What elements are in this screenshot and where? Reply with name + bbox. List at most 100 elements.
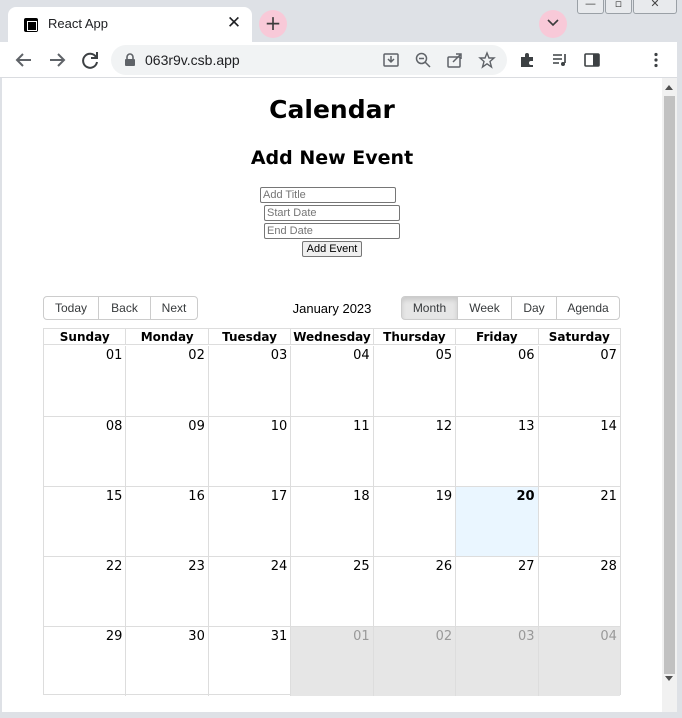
day-number[interactable]: 24	[271, 559, 288, 574]
day-number[interactable]: 09	[188, 419, 205, 434]
today-button[interactable]: Today	[43, 296, 99, 320]
day-number[interactable]: 15	[106, 489, 123, 504]
window-close-button[interactable]: ✕	[633, 0, 677, 14]
day-cell[interactable]: 25	[290, 557, 372, 626]
tab-close-icon[interactable]: ✕	[224, 13, 244, 33]
day-cell[interactable]: 09	[125, 417, 207, 486]
day-cell[interactable]: 31	[207, 627, 290, 696]
event-title-input[interactable]: Add Title	[260, 187, 396, 203]
day-number[interactable]: 19	[436, 489, 453, 504]
day-cell[interactable]: 04	[290, 346, 372, 416]
day-number[interactable]: 02	[188, 348, 205, 363]
day-cell[interactable]: 11	[290, 417, 372, 486]
tab-search-button[interactable]	[539, 10, 567, 38]
back-arrow-icon[interactable]	[12, 48, 36, 72]
back-button[interactable]: Back	[98, 296, 151, 320]
day-cell[interactable]: 17	[207, 487, 290, 556]
day-number[interactable]: 16	[188, 489, 205, 504]
day-cell[interactable]: 12	[372, 417, 455, 486]
extensions-puzzle-icon[interactable]	[518, 51, 536, 69]
day-number[interactable]: 04	[353, 348, 370, 363]
install-app-icon[interactable]	[382, 51, 400, 69]
add-event-button[interactable]: Add Event	[302, 241, 362, 257]
day-cell[interactable]: 15	[44, 487, 125, 556]
end-date-input[interactable]: End Date	[264, 223, 400, 239]
zoom-out-icon[interactable]	[414, 51, 432, 69]
lock-icon[interactable]	[123, 53, 137, 67]
off-range-day-number[interactable]: 04	[600, 629, 617, 644]
day-number[interactable]: 12	[436, 419, 453, 434]
off-range-day-cell[interactable]: 04	[537, 627, 620, 696]
day-cell[interactable]: 02	[125, 346, 207, 416]
day-number[interactable]: 30	[188, 629, 205, 644]
kebab-menu-icon[interactable]	[647, 51, 665, 69]
view-day-button[interactable]: Day	[511, 296, 557, 320]
day-cell[interactable]: 05	[372, 346, 455, 416]
day-number[interactable]: 23	[188, 559, 205, 574]
day-cell[interactable]: 22	[44, 557, 125, 626]
day-number[interactable]: 03	[271, 348, 288, 363]
forward-arrow-icon[interactable]	[45, 48, 69, 72]
day-cell[interactable]: 23	[125, 557, 207, 626]
day-cell[interactable]: 13	[455, 417, 537, 486]
window-minimize-button[interactable]: —	[577, 0, 604, 14]
today-day-number[interactable]: 20	[516, 489, 534, 504]
day-number[interactable]: 29	[106, 629, 123, 644]
today-day-cell[interactable]: 20	[455, 487, 538, 556]
day-cell[interactable]: 03	[207, 346, 290, 416]
view-month-button[interactable]: Month	[401, 296, 458, 320]
day-cell[interactable]: 10	[207, 417, 290, 486]
start-date-input[interactable]: Start Date	[264, 205, 400, 221]
day-number[interactable]: 05	[436, 348, 453, 363]
day-cell[interactable]: 08	[44, 417, 125, 486]
day-cell[interactable]: 01	[44, 346, 125, 416]
day-number[interactable]: 31	[271, 629, 288, 644]
off-range-day-number[interactable]: 03	[518, 629, 535, 644]
bookmark-star-icon[interactable]	[478, 51, 496, 69]
reload-icon[interactable]	[78, 48, 102, 72]
day-number[interactable]: 01	[106, 348, 123, 363]
day-number[interactable]: 13	[518, 419, 535, 434]
url-text[interactable]: 063r9v.csb.app	[145, 52, 240, 68]
new-tab-button[interactable]: +	[259, 10, 287, 38]
day-cell[interactable]: 28	[537, 557, 620, 626]
day-number[interactable]: 07	[600, 348, 617, 363]
off-range-day-cell[interactable]: 03	[455, 627, 538, 696]
day-cell[interactable]: 30	[125, 627, 207, 696]
day-cell[interactable]: 19	[372, 487, 455, 556]
day-cell[interactable]: 27	[455, 557, 537, 626]
day-cell[interactable]: 21	[537, 487, 620, 556]
day-number[interactable]: 17	[271, 489, 288, 504]
day-number[interactable]: 26	[436, 559, 453, 574]
view-agenda-button[interactable]: Agenda	[556, 296, 620, 320]
window-restore-button[interactable]: ▫	[605, 0, 632, 14]
scroll-down-arrow-icon[interactable]	[665, 676, 673, 681]
day-number[interactable]: 28	[600, 559, 617, 574]
day-number[interactable]: 08	[106, 419, 123, 434]
day-cell[interactable]: 26	[372, 557, 455, 626]
day-number[interactable]: 27	[518, 559, 535, 574]
day-cell[interactable]: 24	[207, 557, 290, 626]
day-number[interactable]: 10	[271, 419, 288, 434]
off-range-day-cell[interactable]: 02	[372, 627, 456, 696]
day-number[interactable]: 11	[353, 419, 370, 434]
day-number[interactable]: 18	[353, 489, 370, 504]
page-scrollbar[interactable]	[662, 78, 677, 712]
address-bar[interactable]: 063r9v.csb.app	[111, 45, 507, 75]
day-cell[interactable]: 16	[125, 487, 207, 556]
day-number[interactable]: 25	[353, 559, 370, 574]
day-number[interactable]: 06	[518, 348, 535, 363]
day-cell[interactable]: 06	[455, 346, 537, 416]
off-range-day-cell[interactable]: 01	[290, 627, 373, 696]
day-number[interactable]: 14	[600, 419, 617, 434]
media-playlist-icon[interactable]	[551, 51, 569, 69]
share-icon[interactable]	[446, 51, 464, 69]
view-week-button[interactable]: Week	[457, 296, 512, 320]
off-range-day-number[interactable]: 01	[353, 629, 370, 644]
day-cell[interactable]: 07	[537, 346, 620, 416]
scroll-up-arrow-icon[interactable]	[665, 85, 673, 90]
day-cell[interactable]: 14	[537, 417, 620, 486]
day-cell[interactable]: 18	[290, 487, 372, 556]
off-range-day-number[interactable]: 02	[436, 629, 453, 644]
browser-tab[interactable]: React App ✕	[8, 7, 252, 42]
